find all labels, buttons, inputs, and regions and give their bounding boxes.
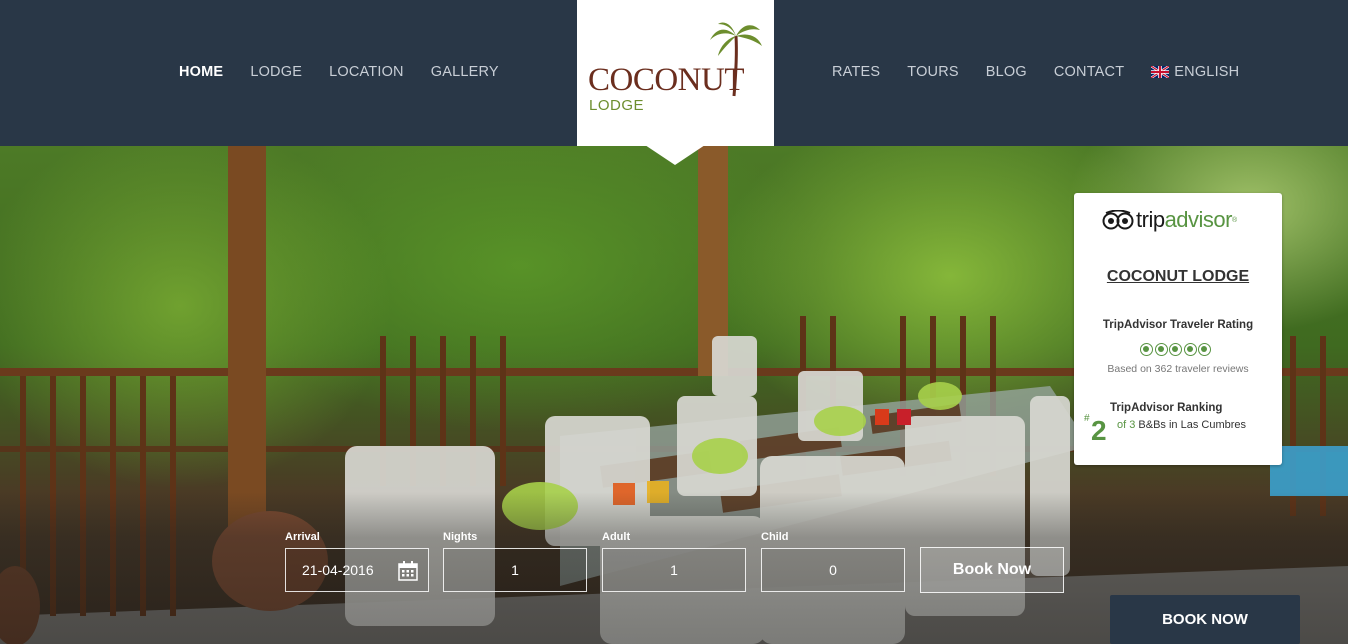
nights-field[interactable]: 1: [443, 548, 587, 592]
brand-trip: trip: [1136, 207, 1165, 232]
brand-advisor: advisor: [1164, 207, 1233, 232]
rating-bubble-icon: [1154, 343, 1168, 356]
nav-right: RATES TOURS BLOG CONTACT ENGLISH: [832, 64, 1266, 80]
nights-label: Nights: [443, 531, 478, 543]
rating-bubble-icon: [1169, 343, 1182, 356]
nav-blog-link[interactable]: BLOG: [986, 64, 1027, 80]
rank-hash: #: [1084, 413, 1090, 424]
nav-rates-link[interactable]: RATES: [832, 64, 880, 80]
language-selector[interactable]: ENGLISH: [1151, 64, 1239, 80]
tripadvisor-logo[interactable]: tripadvisor ®: [1102, 207, 1237, 233]
nav-left: HOME LODGE LOCATION GALLERY: [179, 64, 526, 80]
rating-bubble-icon: [1198, 343, 1211, 356]
tripadvisor-widget: tripadvisor ® COCONUT LODGE TripAdvisor T…: [1074, 193, 1282, 465]
rank-category: B&Bs in Las Cumbres: [1138, 419, 1247, 431]
logo-wordmark: COCONUT: [588, 62, 745, 98]
property-name-link[interactable]: COCONUT LODGE: [1074, 268, 1282, 286]
nav-home-link[interactable]: HOME: [179, 64, 223, 80]
nav-gallery-link[interactable]: GALLERY: [431, 64, 499, 80]
arrival-value: 21-04-2016: [302, 562, 374, 578]
calendar-icon[interactable]: [398, 561, 418, 581]
book-now-button[interactable]: Book Now: [920, 547, 1064, 593]
language-label: ENGLISH: [1174, 64, 1240, 80]
tripadvisor-brand: tripadvisor: [1136, 207, 1232, 233]
adult-label: Adult: [602, 531, 631, 543]
review-count: Based on 362 traveler reviews: [1107, 363, 1249, 375]
rank-description: of 3 B&Bs in Las Cumbres: [1117, 419, 1246, 431]
rank-number: 2: [1091, 415, 1107, 446]
logo-notch: [645, 145, 705, 165]
nav-location-link[interactable]: LOCATION: [329, 64, 404, 80]
nav-tours-link[interactable]: TOURS: [907, 64, 959, 80]
rating-bubbles: [1140, 343, 1213, 356]
child-field[interactable]: 0: [761, 548, 905, 592]
rating-bubble-icon: [1183, 343, 1197, 356]
tripadvisor-owl-icon: [1102, 210, 1134, 230]
nav-lodge-link[interactable]: LODGE: [250, 64, 302, 80]
arrival-label: Arrival: [285, 531, 320, 543]
rank-of: of 3: [1117, 419, 1136, 431]
book-now-tab-button[interactable]: BOOK NOW: [1110, 595, 1300, 644]
adult-field[interactable]: 1: [602, 548, 746, 592]
rating-title: TripAdvisor Traveler Rating: [1102, 319, 1254, 331]
ranking-title: TripAdvisor Ranking: [1110, 402, 1223, 414]
arrival-date-field[interactable]: 21-04-2016: [285, 548, 429, 592]
registered-mark: ®: [1231, 216, 1238, 224]
nav-contact-link[interactable]: CONTACT: [1054, 64, 1124, 80]
logo-subtitle: LODGE: [589, 97, 645, 114]
uk-flag-icon: [1151, 66, 1170, 78]
child-label: Child: [761, 531, 789, 543]
rating-bubble-icon: [1140, 343, 1153, 356]
